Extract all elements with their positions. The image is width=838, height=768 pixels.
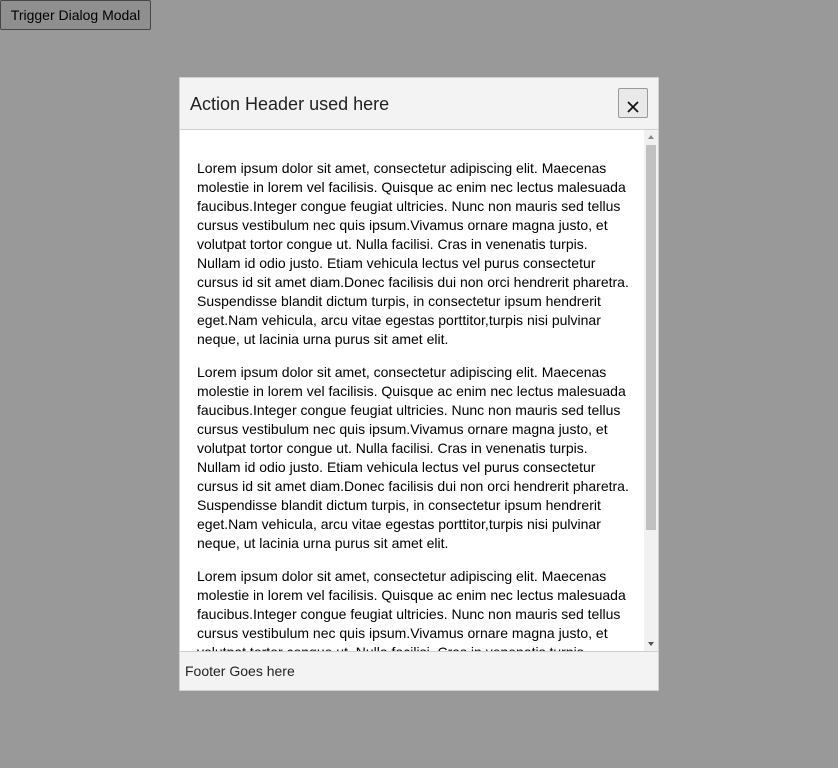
scroll-up-arrow-icon[interactable] <box>644 130 658 144</box>
scroll-down-arrow-icon[interactable] <box>644 637 658 651</box>
modal-body-content: Lorem ipsum dolor sit amet, consectetur … <box>197 159 629 651</box>
vertical-scrollbar[interactable] <box>644 130 658 651</box>
body-paragraph: Lorem ipsum dolor sit amet, consectetur … <box>197 160 629 347</box>
footer-text: Footer Goes here <box>185 663 295 679</box>
modal-body[interactable]: Lorem ipsum dolor sit amet, consectetur … <box>180 130 658 651</box>
close-button[interactable] <box>618 88 648 118</box>
body-paragraph: Lorem ipsum dolor sit amet, consectetur … <box>197 568 626 651</box>
modal-footer: Footer Goes here <box>180 651 658 690</box>
scrollbar-thumb[interactable] <box>646 145 656 530</box>
body-paragraph: Lorem ipsum dolor sit amet, consectetur … <box>197 364 629 551</box>
dialog-modal: Action Header used here Lorem ipsum dolo… <box>179 77 659 691</box>
modal-title: Action Header used here <box>190 94 390 114</box>
close-icon <box>627 100 639 113</box>
modal-header: Action Header used here <box>180 78 658 130</box>
